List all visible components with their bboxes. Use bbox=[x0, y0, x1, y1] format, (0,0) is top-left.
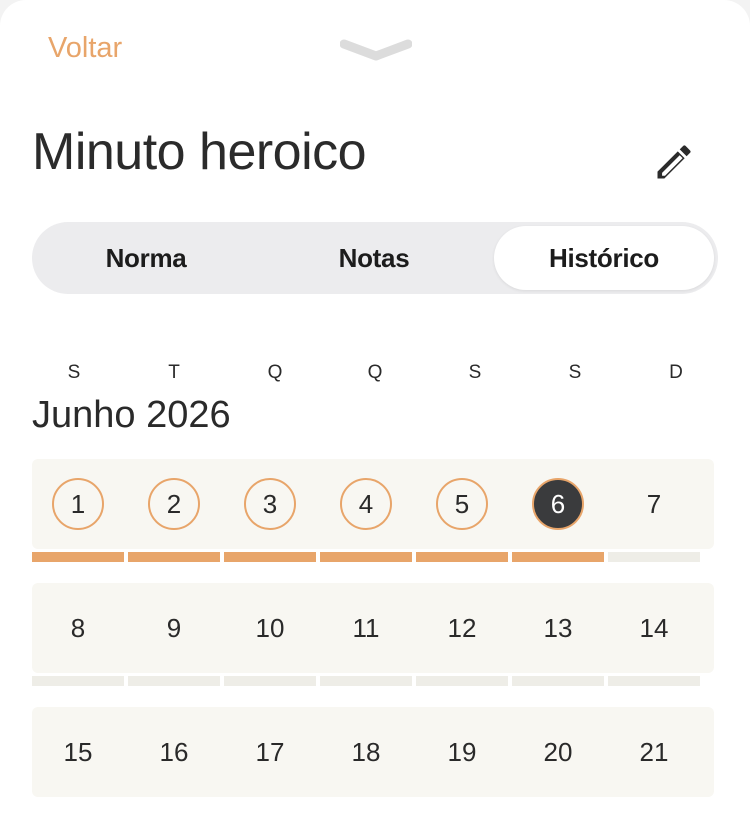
day-cell[interactable]: 8 bbox=[52, 602, 104, 654]
month-title: Junho 2026 bbox=[32, 394, 231, 436]
progress-bar bbox=[224, 676, 316, 686]
progress-bar bbox=[512, 676, 604, 686]
tab-historico[interactable]: Histórico bbox=[494, 226, 714, 290]
day-cell[interactable]: 20 bbox=[532, 726, 584, 778]
weekday-label: Q bbox=[267, 362, 283, 383]
progress-bar bbox=[128, 552, 220, 562]
tab-notas[interactable]: Notas bbox=[264, 226, 484, 290]
progress-bar bbox=[416, 676, 508, 686]
chevron-down-icon[interactable] bbox=[340, 36, 412, 62]
day-cell[interactable]: 11 bbox=[340, 602, 392, 654]
day-cell[interactable]: 7 bbox=[628, 478, 680, 530]
progress-bar bbox=[416, 552, 508, 562]
day-cell[interactable]: 5 bbox=[436, 478, 488, 530]
day-cell[interactable]: 3 bbox=[244, 478, 296, 530]
day-cell[interactable]: 19 bbox=[436, 726, 488, 778]
back-button[interactable]: Voltar bbox=[48, 32, 122, 65]
day-cell[interactable]: 15 bbox=[52, 726, 104, 778]
progress-bar bbox=[32, 676, 124, 686]
progress-bar bbox=[128, 676, 220, 686]
weekday-label: T bbox=[168, 362, 180, 383]
progress-bar bbox=[512, 552, 604, 562]
weekday-label: Q bbox=[367, 362, 383, 383]
weekday-label: S bbox=[568, 362, 582, 383]
progress-bar bbox=[608, 552, 700, 562]
progress-bar bbox=[320, 676, 412, 686]
day-cell[interactable]: 1 bbox=[52, 478, 104, 530]
day-cell[interactable]: 18 bbox=[340, 726, 392, 778]
progress-bar bbox=[224, 552, 316, 562]
week-row: 8 9 10 11 12 13 14 bbox=[32, 583, 714, 673]
week-row: 15 16 17 18 19 20 21 bbox=[32, 707, 714, 797]
progress-bar bbox=[320, 552, 412, 562]
day-cell[interactable]: 16 bbox=[148, 726, 200, 778]
progress-bar bbox=[608, 676, 700, 686]
weekday-label: D bbox=[669, 362, 683, 383]
tab-norma[interactable]: Norma bbox=[36, 226, 256, 290]
progress-bar bbox=[32, 552, 124, 562]
weekday-label: S bbox=[67, 362, 81, 383]
day-cell[interactable]: 4 bbox=[340, 478, 392, 530]
week-row: 1 2 3 4 5 6 7 bbox=[32, 459, 714, 549]
day-cell[interactable]: 10 bbox=[244, 602, 296, 654]
pencil-icon[interactable] bbox=[652, 140, 696, 184]
day-cell[interactable]: 14 bbox=[628, 602, 680, 654]
day-cell[interactable]: 21 bbox=[628, 726, 680, 778]
segmented-control: Norma Notas Histórico bbox=[32, 222, 718, 294]
day-cell[interactable]: 6 bbox=[532, 478, 584, 530]
day-cell[interactable]: 2 bbox=[148, 478, 200, 530]
bottom-sheet: Voltar Minuto heroico Norma Notas Histór… bbox=[0, 0, 750, 830]
page-title: Minuto heroico bbox=[32, 123, 367, 181]
weekday-label: S bbox=[468, 362, 482, 383]
day-cell[interactable]: 12 bbox=[436, 602, 488, 654]
day-cell[interactable]: 13 bbox=[532, 602, 584, 654]
day-cell[interactable]: 9 bbox=[148, 602, 200, 654]
day-cell[interactable]: 17 bbox=[244, 726, 296, 778]
